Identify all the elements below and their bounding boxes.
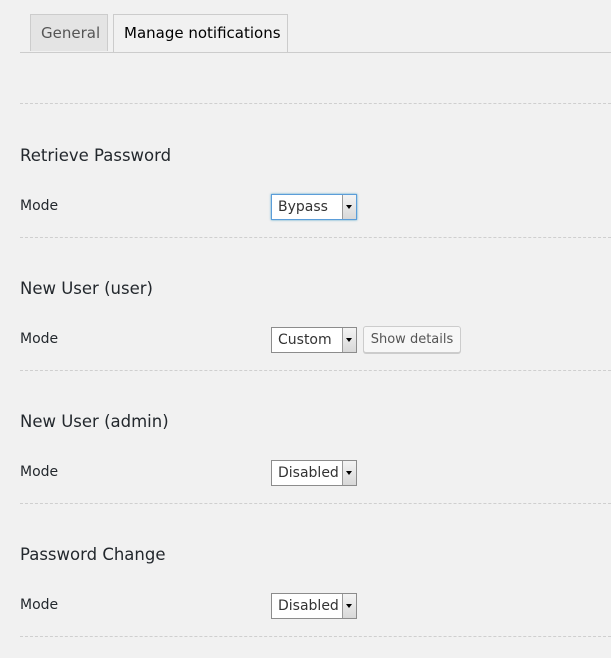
divider — [20, 370, 611, 371]
divider — [20, 636, 611, 637]
select-value: Disabled — [278, 598, 339, 614]
select-value: Disabled — [278, 465, 339, 481]
divider — [20, 237, 611, 238]
password-change-mode-select[interactable]: Disabled — [271, 593, 357, 619]
mode-label: Mode — [20, 331, 59, 347]
divider — [20, 503, 611, 504]
section-title-new-user-user: New User (user) — [20, 279, 153, 298]
dropdown-button[interactable] — [342, 461, 356, 485]
section-title-new-user-admin: New User (admin) — [20, 412, 169, 431]
dropdown-arrow-icon — [346, 471, 352, 475]
new-user-user-mode-select[interactable]: Custom — [271, 327, 357, 353]
divider — [20, 103, 611, 104]
section-title-retrieve-password: Retrieve Password — [20, 146, 172, 165]
select-value: Bypass — [278, 199, 328, 215]
dropdown-arrow-icon — [346, 338, 352, 342]
mode-label: Mode — [20, 198, 59, 214]
show-details-button[interactable]: Show details — [363, 326, 461, 353]
retrieve-password-mode-select[interactable]: Bypass — [271, 194, 357, 220]
tab-general[interactable]: General — [30, 14, 108, 51]
tab-manage-notifications[interactable]: Manage notifications — [113, 14, 288, 52]
mode-label: Mode — [20, 464, 59, 480]
dropdown-button[interactable] — [342, 328, 356, 352]
new-user-admin-mode-select[interactable]: Disabled — [271, 460, 357, 486]
dropdown-arrow-icon — [346, 604, 352, 608]
dropdown-arrow-icon — [346, 205, 352, 209]
dropdown-button[interactable] — [342, 594, 356, 618]
section-title-password-change: Password Change — [20, 545, 166, 564]
dropdown-button[interactable] — [342, 195, 356, 219]
settings-page: General Manage notifications Retrieve Pa… — [0, 0, 611, 658]
tab-bar: General Manage notifications — [20, 14, 611, 53]
mode-label: Mode — [20, 597, 59, 613]
select-value: Custom — [278, 332, 332, 348]
